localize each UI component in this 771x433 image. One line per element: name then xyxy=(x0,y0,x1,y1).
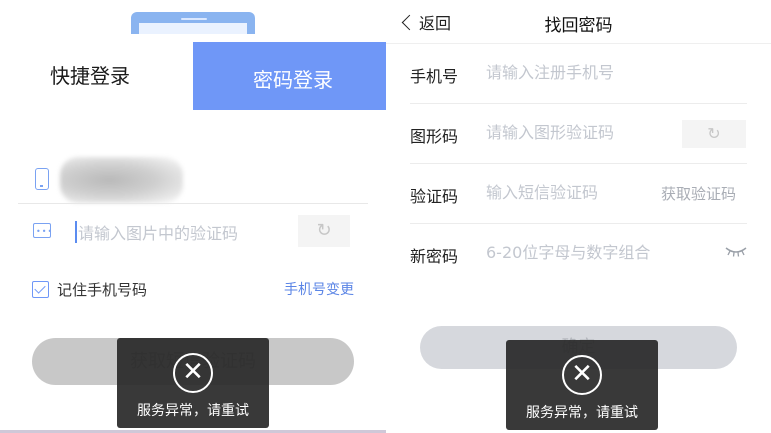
sms-code-input[interactable] xyxy=(486,183,646,202)
checkbox-checked-icon[interactable] xyxy=(32,280,49,298)
nav-bar: 返回 找回密码 xyxy=(386,0,771,44)
toast-message: 服务异常，请重试 xyxy=(137,403,249,419)
captcha-row: ••• ↻ xyxy=(0,210,386,256)
phone-input[interactable] xyxy=(486,63,676,82)
close-circle-icon: ✕ xyxy=(562,355,602,395)
new-password-label: 新密码 xyxy=(410,247,459,266)
refresh-icon[interactable]: ↻ xyxy=(298,215,350,247)
keyboard-icon: ••• xyxy=(33,223,52,238)
image-code-field-row: 图形码 ↻ xyxy=(386,104,771,164)
eye-closed-icon[interactable] xyxy=(725,246,747,258)
change-phone-link[interactable]: 手机号变更 xyxy=(284,279,354,299)
toast-message: 服务异常，请重试 xyxy=(526,405,638,421)
phone-number-redacted[interactable] xyxy=(60,157,183,203)
new-password-field-row: 新密码 xyxy=(386,224,771,284)
new-password-input[interactable] xyxy=(486,243,706,262)
phone-label: 手机号 xyxy=(410,67,459,86)
tab-quick-login[interactable]: 快捷登录 xyxy=(0,34,193,110)
login-tabs: 快捷登录 密码登录 xyxy=(0,34,386,110)
page-title: 找回密码 xyxy=(544,16,613,36)
sms-code-label: 验证码 xyxy=(410,187,459,206)
phone-row xyxy=(0,152,386,204)
divider xyxy=(18,203,368,204)
get-code-button[interactable]: 获取验证码 xyxy=(661,183,736,204)
image-code-input[interactable] xyxy=(486,123,676,142)
text-cursor xyxy=(75,221,77,243)
screenshot: 快捷登录 密码登录 ••• ↻ 记住手机号码 手机号变更 获取短信验证码 返回 xyxy=(0,0,771,433)
error-toast: ✕ 服务异常，请重试 xyxy=(117,338,269,428)
sms-code-field-row: 验证码 获取验证码 xyxy=(386,164,771,224)
phone-icon xyxy=(35,168,49,190)
tab-password-login[interactable]: 密码登录 xyxy=(193,42,386,110)
close-circle-icon: ✕ xyxy=(173,353,213,393)
phone-field-row: 手机号 xyxy=(386,44,771,104)
refresh-icon[interactable]: ↻ xyxy=(682,120,746,148)
remember-phone[interactable]: 记住手机号码 xyxy=(32,278,147,300)
remember-phone-label: 记住手机号码 xyxy=(57,280,148,299)
error-toast: ✕ 服务异常，请重试 xyxy=(506,340,658,430)
image-code-label: 图形码 xyxy=(410,127,459,146)
captcha-input[interactable] xyxy=(78,222,288,244)
